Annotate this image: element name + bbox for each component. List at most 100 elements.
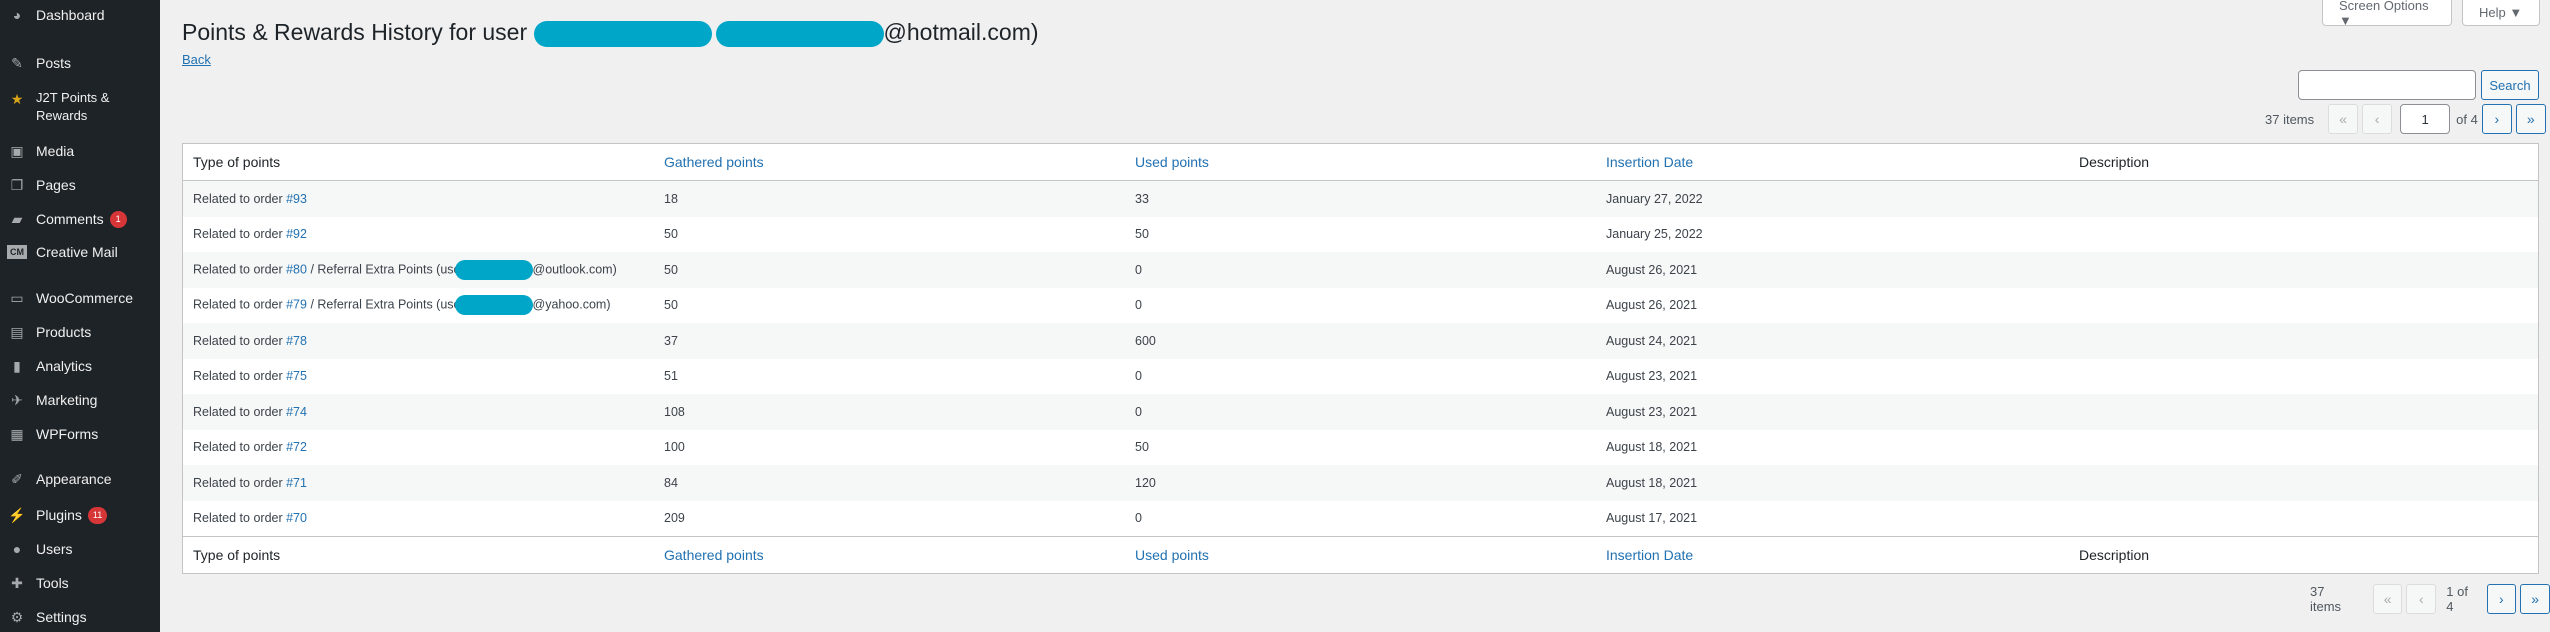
- cell-used-points: 600: [1135, 333, 1156, 348]
- cell-type-of-points: Related to order #79 / Referral Extra Po…: [183, 295, 654, 316]
- cell-insertion-date: August 18, 2021: [1606, 475, 1698, 490]
- sidebar-item-comments[interactable]: ▰ Comments 1: [0, 209, 160, 229]
- order-link[interactable]: #75: [286, 369, 307, 383]
- search-input[interactable]: [2298, 70, 2476, 100]
- plugins-icon: ⚡: [8, 506, 26, 523]
- sidebar-item-creative-mail[interactable]: CM Creative Mail: [0, 243, 160, 261]
- page-indicator: 1 of 4: [2446, 584, 2468, 614]
- page-title: Points & Rewards History for user @hotma…: [182, 16, 1039, 48]
- first-page-button[interactable]: «: [2372, 584, 2403, 614]
- cell-gathered-points: 37: [664, 333, 678, 348]
- sidebar-item-woocommerce[interactable]: ▭ WooCommerce: [0, 288, 160, 308]
- cell-used-points: 0: [1135, 404, 1142, 419]
- sidebar-item-label-line2: Rewards: [36, 108, 88, 123]
- sidebar-item-settings[interactable]: ⚙ Settings: [0, 607, 160, 627]
- table-row: Related to order #93 18 33 January 27, 2022: [183, 181, 2538, 217]
- cell-type-of-points: Related to order #71: [183, 476, 654, 490]
- order-prefix: Related to order: [193, 369, 287, 384]
- last-page-button[interactable]: »: [2515, 104, 2546, 134]
- sidebar-item-pages[interactable]: ❐ Pages: [0, 175, 160, 195]
- sidebar-item-label: WooCommerce: [36, 290, 133, 306]
- table-body: Related to order #93 18 33 January 27, 2022…: [183, 181, 2538, 536]
- sidebar-item-appearance[interactable]: ✐ Appearance: [0, 469, 160, 489]
- order-link[interactable]: #74: [286, 405, 307, 419]
- next-page-button[interactable]: ›: [2481, 104, 2512, 134]
- first-page-button[interactable]: «: [2328, 104, 2359, 134]
- sidebar-item-label-line1: J2T Points &: [36, 90, 110, 105]
- table-row: Related to order #71 84 120 August 18, 2021: [183, 465, 2538, 501]
- order-link[interactable]: #93: [286, 192, 307, 206]
- top-pagination: 37 items « ‹ of 4 › »: [2265, 104, 2546, 134]
- count-badge: 11: [87, 506, 108, 524]
- sidebar-item-plugins[interactable]: ⚡ Plugins 11: [0, 505, 160, 525]
- cell-gathered-points: 50: [664, 262, 678, 277]
- order-link[interactable]: #79: [286, 298, 307, 312]
- order-link[interactable]: #71: [286, 476, 307, 490]
- total-pages: of 4: [2456, 111, 2478, 127]
- sidebar-item-media[interactable]: ▣ Media: [0, 141, 160, 161]
- sidebar-item-dashboard[interactable]: ◕ Dashboard: [0, 5, 160, 25]
- sidebar-item-wpforms[interactable]: ▦ WPForms: [0, 424, 160, 444]
- cell-used-points: 0: [1135, 298, 1142, 313]
- sidebar-item-label: Appearance: [36, 471, 112, 487]
- cell-used-points: 0: [1135, 369, 1142, 384]
- sidebar-item-marketing[interactable]: ✈ Marketing: [0, 390, 160, 410]
- col-used-points[interactable]: Used points: [1125, 154, 1596, 170]
- sidebar-item-j2t-points[interactable]: ★ J2T Points & Rewards: [0, 89, 160, 125]
- back-link[interactable]: Back: [182, 52, 211, 67]
- sidebar-item-label: Comments: [36, 211, 104, 227]
- help-label: Help ▼: [2479, 5, 2523, 20]
- col-insertion-date[interactable]: Insertion Date: [1596, 547, 2069, 563]
- col-type-of-points: Type of points: [193, 154, 281, 170]
- cell-type-of-points: Related to order #78: [183, 334, 654, 348]
- cell-insertion-date: August 17, 2021: [1606, 511, 1698, 526]
- page-title-suffix: @hotmail.com): [883, 19, 1039, 45]
- sidebar-item-label: J2T Points & Rewards: [36, 89, 109, 125]
- sidebar-item-label: Plugins: [36, 507, 82, 523]
- order-prefix: Related to order: [193, 262, 287, 277]
- sidebar-item-analytics[interactable]: ▮ Analytics: [0, 356, 160, 376]
- col-gathered-points[interactable]: Gathered points: [654, 154, 1125, 170]
- col-gathered-points[interactable]: Gathered points: [654, 547, 1125, 563]
- sidebar-item-label: Marketing: [36, 392, 98, 408]
- order-prefix: Related to order: [193, 333, 287, 348]
- referral-extra-text: / Referral Extra Points (use: [306, 297, 461, 312]
- admin-sidebar: ◕ Dashboard ✎ Posts ★ J2T Points & Rewards ▣ Med…: [0, 0, 160, 632]
- sidebar-item-label: Pages: [36, 177, 76, 193]
- table-row: Related to order #92 50 50 January 25, 2022: [183, 217, 2538, 253]
- order-link[interactable]: #80: [286, 262, 307, 276]
- last-page-button[interactable]: »: [2520, 584, 2550, 614]
- next-page-button[interactable]: ›: [2486, 584, 2517, 614]
- sidebar-item-tools[interactable]: ✚ Tools: [0, 573, 160, 593]
- items-count: 37 items: [2265, 111, 2315, 127]
- cell-insertion-date: January 27, 2022: [1606, 191, 1703, 206]
- order-link[interactable]: #70: [286, 511, 307, 525]
- current-page-input[interactable]: [2400, 104, 2451, 134]
- prev-page-button[interactable]: ‹: [2362, 104, 2393, 134]
- order-link[interactable]: #92: [286, 227, 307, 241]
- order-prefix: Related to order: [193, 475, 287, 490]
- table-row: Related to order #79 / Referral Extra Po…: [183, 288, 2538, 324]
- sidebar-item-products[interactable]: ▤ Products: [0, 322, 160, 342]
- col-insertion-date[interactable]: Insertion Date: [1596, 154, 2069, 170]
- sidebar-item-label: WPForms: [36, 426, 99, 442]
- screen-options-button[interactable]: Screen Options ▼: [2322, 0, 2452, 28]
- sidebar-item-posts[interactable]: ✎ Posts: [0, 53, 160, 73]
- cell-insertion-date: August 24, 2021: [1606, 333, 1698, 348]
- help-button[interactable]: Help ▼: [2462, 0, 2540, 26]
- order-link[interactable]: #72: [286, 440, 307, 454]
- sidebar-item-users[interactable]: ● Users: [0, 539, 160, 559]
- tools-icon: ✚: [11, 574, 23, 591]
- users-icon: ●: [12, 541, 22, 557]
- marketing-icon: ✈: [11, 391, 23, 408]
- sidebar-item-label: Media: [36, 143, 75, 159]
- redaction-mark: [454, 259, 533, 280]
- order-link[interactable]: #78: [286, 334, 307, 348]
- search-button[interactable]: Search: [2481, 70, 2539, 100]
- sidebar-item-label: Users: [36, 541, 73, 557]
- cell-gathered-points: 50: [664, 227, 678, 242]
- table-row: Related to order #72 100 50 August 18, 2021: [183, 430, 2538, 466]
- prev-page-button[interactable]: ‹: [2406, 584, 2437, 614]
- col-used-points[interactable]: Used points: [1125, 547, 1596, 563]
- count-badge: 1: [109, 210, 127, 228]
